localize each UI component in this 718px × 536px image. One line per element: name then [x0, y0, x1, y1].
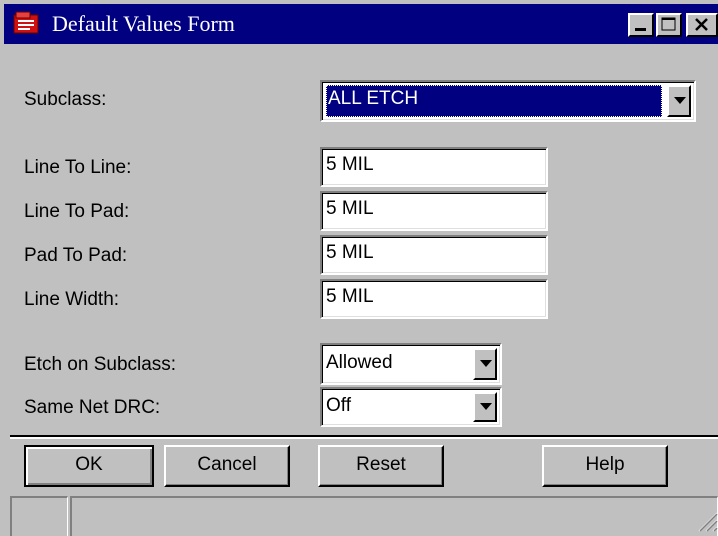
- default-values-window: Default Values Form Subclass: ALL ETCH L…: [0, 0, 718, 536]
- ok-button[interactable]: OK: [24, 445, 154, 487]
- pad-to-pad-input[interactable]: 5 MIL: [320, 235, 548, 275]
- line-to-line-label: Line To Line:: [24, 157, 132, 178]
- minimize-button[interactable]: [628, 13, 654, 37]
- pad-to-pad-value: 5 MIL: [326, 242, 374, 263]
- form-app-icon[interactable]: [12, 11, 42, 37]
- line-width-label: Line Width:: [24, 289, 120, 310]
- chevron-down-icon: [480, 403, 492, 410]
- chevron-down-icon: [674, 97, 686, 104]
- subclass-combobox[interactable]: ALL ETCH: [320, 80, 696, 122]
- chevron-down-icon: [480, 360, 492, 367]
- title-bar[interactable]: Default Values Form: [4, 4, 718, 44]
- minimize-icon: [635, 28, 646, 31]
- status-pane-left: [10, 496, 68, 536]
- subclass-label: Subclass:: [24, 89, 107, 110]
- pad-to-pad-label: Pad To Pad:: [24, 245, 128, 266]
- window-title: Default Values Form: [52, 11, 235, 36]
- line-to-line-value: 5 MIL: [326, 154, 374, 175]
- maximize-icon: [661, 17, 676, 31]
- same-net-drc-dropdown-button[interactable]: [473, 392, 497, 422]
- line-to-line-input[interactable]: 5 MIL: [320, 147, 548, 187]
- subclass-dropdown-button[interactable]: [667, 85, 691, 117]
- status-pane-main: [70, 496, 718, 536]
- cancel-button[interactable]: Cancel: [164, 445, 290, 487]
- etch-on-subclass-dropdown-button[interactable]: [473, 348, 497, 380]
- close-icon: [695, 18, 708, 31]
- resize-grip-icon[interactable]: [696, 510, 718, 532]
- same-net-drc-value: Off: [326, 395, 351, 416]
- same-net-drc-select[interactable]: Off: [320, 387, 502, 427]
- etch-on-subclass-label: Etch on Subclass:: [24, 354, 177, 375]
- close-button[interactable]: [686, 13, 718, 37]
- same-net-drc-label: Same Net DRC:: [24, 397, 161, 418]
- line-to-pad-input[interactable]: 5 MIL: [320, 191, 548, 231]
- line-width-value: 5 MIL: [326, 286, 374, 307]
- status-bar: [10, 494, 718, 536]
- line-to-pad-value: 5 MIL: [326, 198, 374, 219]
- maximize-button[interactable]: [656, 13, 682, 37]
- button-separator: [10, 435, 718, 439]
- reset-button[interactable]: Reset: [318, 445, 444, 487]
- subclass-selected-value: ALL ETCH: [326, 85, 662, 117]
- etch-on-subclass-value: Allowed: [326, 352, 393, 373]
- etch-on-subclass-select[interactable]: Allowed: [320, 343, 502, 385]
- help-button[interactable]: Help: [542, 445, 668, 487]
- line-to-pad-label: Line To Pad:: [24, 201, 130, 222]
- line-width-input[interactable]: 5 MIL: [320, 279, 548, 319]
